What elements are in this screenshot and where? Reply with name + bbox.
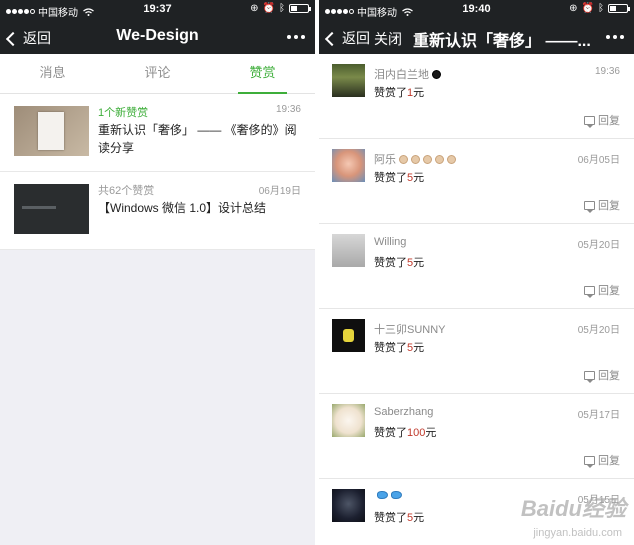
nav-bar: 返回 We-Design [0, 20, 315, 54]
chevron-left-icon [324, 31, 340, 46]
avatar[interactable] [332, 404, 365, 437]
sheep-icon [423, 154, 432, 164]
reward-amount: 赞赏了5元 [374, 257, 425, 269]
reply-button[interactable]: 回复 [584, 282, 620, 298]
nav-bar: 返回 关闭 重新认识「奢侈」 ——... [319, 20, 634, 54]
list-item[interactable]: 1个新赞赏 19:36 重新认识「奢侈」 —— 《奢侈的》阅读分享 [0, 94, 315, 172]
list-item: Saberzhang 05月17日 赞赏了100元 回复 [319, 394, 634, 479]
list-item: 泪内白兰地 19:36 赞赏了1元 回复 [319, 54, 634, 139]
more-icon[interactable] [287, 35, 305, 39]
article-title: 重新认识「奢侈」 —— 《奢侈的》阅读分享 [98, 123, 297, 155]
tab-comments[interactable]: 评论 [105, 54, 210, 93]
avatar[interactable] [332, 319, 365, 352]
whale-icon [391, 491, 402, 499]
record-time: 06月05日 [577, 155, 620, 166]
article-title: 【Windows 微信 1.0】设计总结 [98, 201, 267, 215]
status-bar: 中国移动 19:37 ⊕ ⏰ ᛒ [0, 0, 315, 20]
comment-icon [584, 370, 595, 383]
status-bar: 中国移动 19:40 ⊕ ⏰ ᛒ [319, 0, 634, 20]
article-thumbnail [14, 184, 89, 234]
reward-article-list: 1个新赞赏 19:36 重新认识「奢侈」 —— 《奢侈的》阅读分享 共62个赞赏… [0, 94, 315, 250]
user-name: 十三卯SUNNY [374, 324, 446, 336]
avatar[interactable] [332, 64, 365, 97]
record-time: 19:36 [594, 66, 620, 77]
sheep-icon [411, 154, 420, 164]
comment-icon [584, 115, 595, 128]
list-item[interactable]: 共62个赞赏 06月19日 【Windows 微信 1.0】设计总结 [0, 172, 315, 250]
comment-icon [584, 285, 595, 298]
reward-amount: 赞赏了5元 [374, 172, 425, 184]
avatar[interactable] [332, 489, 365, 522]
reply-button[interactable]: 回复 [584, 452, 620, 468]
avatar[interactable] [332, 149, 365, 182]
watermark-url: jingyan.baidu.com [533, 527, 622, 539]
item-time: 06月19日 [258, 186, 301, 197]
page-title: We-Design [116, 27, 199, 44]
back-button[interactable]: 返回 [324, 28, 370, 48]
empty-area [0, 250, 315, 545]
reply-button[interactable]: 回复 [584, 367, 620, 383]
record-time: 05月17日 [577, 410, 620, 421]
battery-icon [289, 4, 311, 13]
list-item: 十三卯SUNNY 05月20日 赞赏了5元 回复 [319, 309, 634, 394]
comment-icon [584, 455, 595, 468]
page-title: 重新认识「奢侈」 ——... [413, 33, 591, 50]
battery-icon [608, 4, 630, 13]
record-time: 05月20日 [577, 240, 620, 251]
tab-messages[interactable]: 消息 [0, 54, 105, 93]
back-label: 返回 [342, 30, 370, 46]
comment-icon [584, 200, 595, 213]
close-button[interactable]: 关闭 [374, 29, 402, 49]
location-icon: ⊕ [250, 3, 259, 14]
reward-record-list: 泪内白兰地 19:36 赞赏了1元 回复 阿乐 06月05日 赞赏了5元 回复 … [319, 54, 634, 545]
bluetooth-icon: ᛒ [598, 3, 604, 14]
whale-icon [377, 491, 388, 499]
item-time: 19:36 [275, 104, 301, 115]
list-item: 阿乐 06月05日 赞赏了5元 回复 [319, 139, 634, 224]
reward-amount: 赞赏了5元 [374, 342, 425, 354]
avatar[interactable] [332, 234, 365, 267]
right-phone-screen: 中国移动 19:40 ⊕ ⏰ ᛒ 返回 关闭 重新认识「奢侈」 ——... 泪内… [319, 0, 634, 545]
sheep-icon [447, 154, 456, 164]
record-time: 05月20日 [577, 325, 620, 336]
tab-bar: 消息 评论 赞赏 [0, 54, 315, 94]
total-reward-count: 共62个赞赏 [98, 185, 155, 197]
watermark-logo: Baidu经验 [520, 496, 626, 521]
user-name: 泪内白兰地 [374, 69, 429, 81]
user-name: Willing [374, 236, 407, 248]
reply-button[interactable]: 回复 [584, 197, 620, 213]
article-thumbnail [14, 106, 89, 156]
list-item: Willing 05月20日 赞赏了5元 回复 [319, 224, 634, 309]
new-reward-count: 1个新赞赏 [98, 107, 149, 119]
more-icon[interactable] [606, 35, 624, 39]
user-name: 阿乐 [374, 154, 396, 166]
left-phone-screen: 中国移动 19:37 ⊕ ⏰ ᛒ 返回 We-Design 消息 评论 赞赏 1… [0, 0, 315, 545]
reward-amount: 赞赏了1元 [374, 87, 425, 99]
bluetooth-icon: ᛒ [279, 3, 285, 14]
sheep-icon [399, 154, 408, 164]
location-icon: ⊕ [569, 3, 578, 14]
reward-amount: 赞赏了100元 [374, 427, 437, 439]
alarm-icon: ⏰ [262, 3, 275, 14]
alarm-icon: ⏰ [581, 3, 594, 14]
reply-button[interactable]: 回复 [584, 112, 620, 128]
user-name: Saberzhang [374, 406, 434, 418]
sheep-icon [435, 154, 444, 164]
tab-rewards[interactable]: 赞赏 [210, 54, 315, 94]
reward-amount: 赞赏了5元 [374, 512, 425, 524]
penguin-icon [432, 69, 441, 79]
